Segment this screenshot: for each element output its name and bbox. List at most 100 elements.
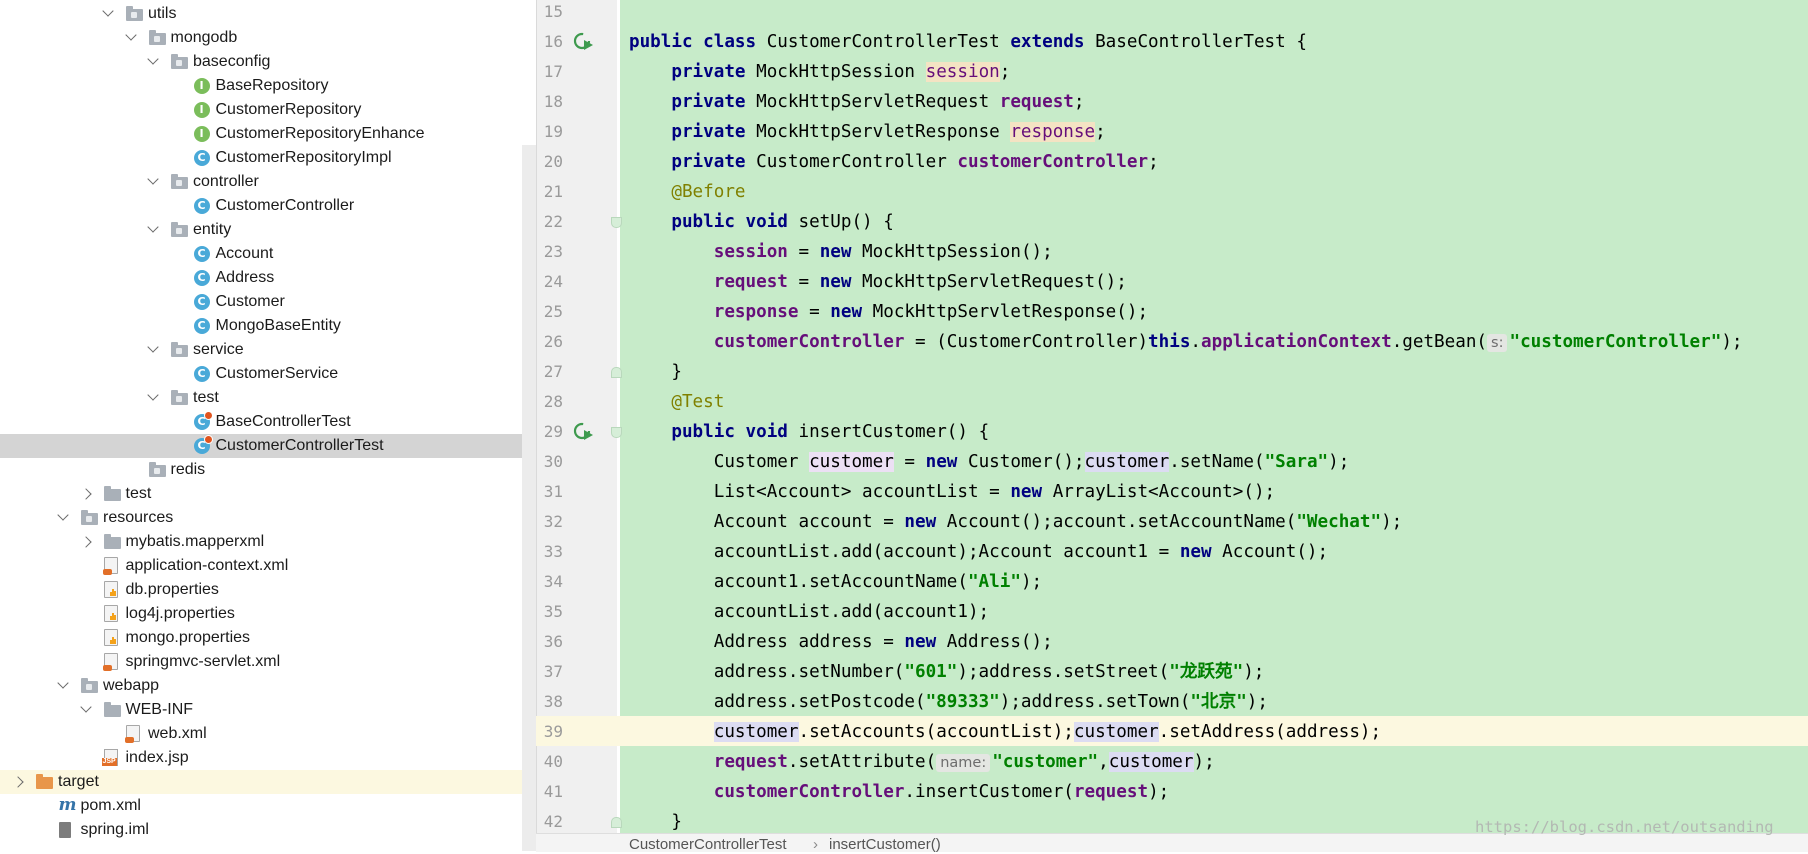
fold-end-icon[interactable] — [611, 817, 622, 828]
tree-item[interactable]: C MongoBaseEntity — [0, 314, 536, 338]
tree-item[interactable]: target — [0, 770, 536, 794]
line-number: 39 — [543, 722, 563, 741]
run-test-icon[interactable] — [573, 421, 595, 443]
tree-item-label: webapp — [103, 677, 160, 694]
tree-item[interactable]: utils — [0, 2, 536, 26]
code-line[interactable]: account1.setAccountName("Ali"); — [629, 567, 1042, 597]
fold-end-icon[interactable] — [611, 367, 622, 378]
code-line[interactable]: private MockHttpServletRequest request; — [629, 87, 1084, 117]
code-line[interactable]: private CustomerController customerContr… — [629, 147, 1158, 177]
class-icon: C — [193, 150, 210, 166]
tree-item[interactable]: WEB-INF — [0, 698, 536, 722]
code-line[interactable]: Customer customer = new Customer();custo… — [629, 447, 1349, 477]
tree-item-label: CustomerService — [215, 365, 339, 382]
tree-item[interactable]: C CustomerService — [0, 362, 536, 386]
tree-item[interactable]: test — [0, 386, 536, 410]
breadcrumb-class[interactable]: CustomerControllerTest — [629, 836, 787, 854]
code-line[interactable]: customerController.insertCustomer(reques… — [629, 777, 1170, 807]
tree-item[interactable]: db.properties — [0, 578, 536, 602]
tree-item[interactable]: redis — [0, 458, 536, 482]
code-line[interactable]: public void insertCustomer() { — [629, 417, 989, 447]
code-line[interactable]: accountList.add(account);Account account… — [629, 537, 1328, 567]
tree-item-label: CustomerRepositoryImpl — [215, 149, 392, 166]
tree-item[interactable]: service — [0, 338, 536, 362]
chevron-down-icon[interactable] — [57, 677, 69, 689]
code-line[interactable]: List<Account> accountList = new ArrayLis… — [629, 477, 1275, 507]
tree-item[interactable]: baseconfig — [0, 50, 536, 74]
tree-item[interactable]: C CustomerRepositoryImpl — [0, 146, 536, 170]
code-line[interactable]: session = new MockHttpSession(); — [629, 237, 1053, 267]
chevron-down-icon[interactable] — [57, 509, 69, 521]
tree-item[interactable]: test — [0, 482, 536, 506]
tree-item[interactable]: C CustomerController — [0, 194, 536, 218]
code-line[interactable]: public class CustomerControllerTest exte… — [629, 27, 1307, 57]
code-line[interactable]: public void setUp() { — [629, 207, 893, 237]
tree-item[interactable]: application-context.xml — [0, 554, 536, 578]
tree-item[interactable]: mongodb — [0, 26, 536, 50]
code-line[interactable]: private MockHttpServletResponse response… — [629, 117, 1106, 147]
code-line[interactable]: @Test — [629, 387, 724, 417]
tree-item[interactable]: I CustomerRepositoryEnhance — [0, 122, 536, 146]
tree-item[interactable]: mongo.properties — [0, 626, 536, 650]
chevron-down-icon[interactable] — [102, 5, 114, 17]
line-number: 27 — [543, 362, 563, 381]
tree-item[interactable]: m pom.xml — [0, 794, 536, 818]
code-line[interactable]: request.setAttribute(name: "customer",cus… — [629, 747, 1215, 777]
line-number: 36 — [543, 632, 563, 651]
chevron-down-icon[interactable] — [79, 701, 92, 713]
tree-item[interactable]: C Account — [0, 242, 536, 266]
code-line[interactable]: customer.setAccounts(accountList);custom… — [629, 717, 1381, 747]
tree-item[interactable]: I CustomerRepository — [0, 98, 536, 122]
tree-item[interactable]: log4j.properties — [0, 602, 536, 626]
code-line[interactable]: response = new MockHttpServletResponse()… — [629, 297, 1148, 327]
chevron-down-icon[interactable] — [147, 341, 159, 353]
interface-icon: I — [193, 78, 210, 94]
fold-collapse-icon[interactable] — [611, 217, 622, 228]
code-line[interactable]: } — [629, 357, 682, 387]
tree-item-label: CustomerController — [215, 197, 355, 214]
resources-folder-icon — [81, 510, 98, 525]
tree-item[interactable]: JSP index.jsp — [0, 746, 536, 770]
chevron-right-icon[interactable] — [79, 536, 92, 548]
fold-collapse-icon[interactable] — [611, 427, 622, 438]
tree-item[interactable]: web.xml — [0, 722, 536, 746]
web-folder-icon — [81, 678, 98, 693]
chevron-right-icon[interactable] — [79, 488, 92, 500]
code-line[interactable]: Account account = new Account();account.… — [629, 507, 1403, 537]
code-line[interactable]: @Before — [629, 177, 745, 207]
tree-item[interactable]: C CustomerControllerTest — [0, 434, 536, 458]
tree-item[interactable]: springmvc-servlet.xml — [0, 650, 536, 674]
tree-item[interactable]: I BaseRepository — [0, 74, 536, 98]
tree-item[interactable]: C BaseControllerTest — [0, 410, 536, 434]
breadcrumb-separator: › — [813, 836, 818, 853]
tree-item[interactable]: entity — [0, 218, 536, 242]
code-line[interactable]: Address address = new Address(); — [629, 627, 1053, 657]
project-tree-panel[interactable]: utils mongodb baseconfig I BaseRepository I Cu… — [0, 0, 536, 851]
code-line[interactable]: customerController = (CustomerController… — [629, 327, 1743, 357]
tree-item-label: service — [193, 341, 244, 358]
chevron-down-icon[interactable] — [147, 389, 159, 401]
code-line[interactable]: private MockHttpSession session; — [629, 57, 1010, 87]
tree-scrollbar[interactable] — [522, 145, 536, 851]
tree-item[interactable]: resources — [0, 506, 536, 530]
code-line[interactable]: request = new MockHttpServletRequest(); — [629, 267, 1127, 297]
chevron-down-icon[interactable] — [147, 221, 159, 233]
code-line[interactable]: address.setNumber("601");address.setStre… — [629, 657, 1265, 687]
breadcrumb-method[interactable]: insertCustomer() — [829, 836, 941, 854]
tree-item-label: Account — [215, 245, 274, 262]
chevron-right-icon[interactable] — [12, 776, 24, 788]
tree-item[interactable]: C Address — [0, 266, 536, 290]
chevron-down-icon[interactable] — [124, 29, 137, 41]
chevron-down-icon[interactable] — [147, 173, 159, 185]
tree-item[interactable]: controller — [0, 170, 536, 194]
tree-item[interactable]: C Customer — [0, 290, 536, 314]
code-line[interactable]: accountList.add(account1); — [629, 597, 989, 627]
folder-dot-icon — [171, 222, 188, 237]
run-test-icon[interactable] — [573, 31, 595, 53]
chevron-down-icon[interactable] — [147, 53, 159, 65]
tree-item[interactable]: spring.iml — [0, 818, 536, 842]
tree-item-label: index.jsp — [125, 749, 189, 766]
code-line[interactable]: address.setPostcode("89333");address.set… — [629, 687, 1268, 717]
tree-item[interactable]: mybatis.mapperxml — [0, 530, 536, 554]
tree-item[interactable]: webapp — [0, 674, 536, 698]
